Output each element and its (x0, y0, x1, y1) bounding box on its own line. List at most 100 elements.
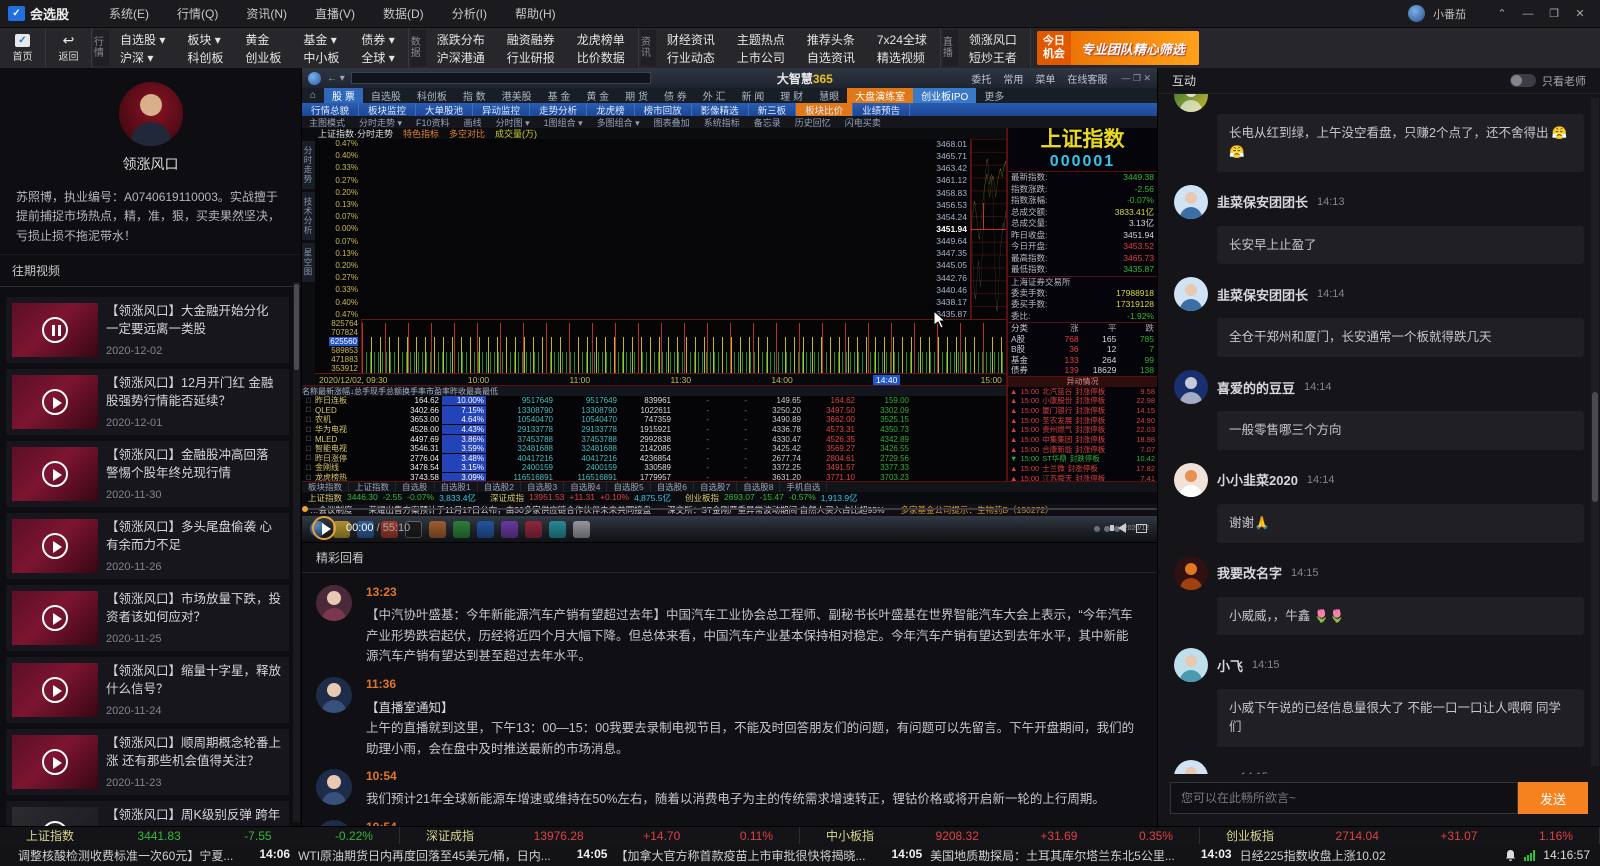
chat-avatar[interactable] (1174, 555, 1208, 590)
quote-row: 最新指数: 3449.38 (1011, 172, 1154, 182)
chat-username: 小小韭菜2020 (1217, 473, 1298, 489)
toolbar-item[interactable]: 比价数据 (566, 49, 636, 66)
toolbar-item[interactable]: 短炒王者 (958, 49, 1028, 66)
video-list-item[interactable]: 【领涨风口】顺周期概念轮番上涨 还有那些机会值得关注？ 2020-11-23 (6, 729, 289, 796)
toolbar-item[interactable]: 行业研报 (496, 49, 566, 66)
group-label-news: 资讯 (640, 30, 656, 66)
minimize-icon[interactable]: — (1516, 5, 1540, 23)
percent-tick: 0.47% (335, 309, 358, 319)
toolbar-item[interactable]: 财经资讯 (656, 31, 726, 48)
percent-tick: 0.27% (335, 175, 358, 185)
quote-row: 昨日收盘: 3451.94 (1011, 229, 1154, 240)
toolbar-item[interactable]: 黄金 (234, 31, 292, 48)
video-progress-bar[interactable] (302, 506, 1157, 512)
volume-icon[interactable] (1110, 523, 1126, 533)
toolbar-item[interactable]: 龙虎榜单 (566, 31, 636, 48)
menu-bar: 系统(E) 行情(Q) 资讯(N) 直播(V) 数据(D) 分析(I) 帮助(H) (97, 3, 568, 24)
fullscreen-icon[interactable] (1136, 523, 1147, 533)
chat-avatar[interactable] (1174, 648, 1208, 683)
toolbar-item[interactable]: 全球 ▾ (350, 49, 405, 66)
video-list-item[interactable]: 【领涨风口】多头尾盘偷袭 心有余而力不足 2020-11-26 (6, 513, 289, 580)
dzh-toolbar-item: 走势分析 (530, 102, 588, 117)
video-list-item[interactable]: 【领涨风口】周K级别反弹 跨年行情新高仍可期！ 2020-11-20 (6, 801, 289, 826)
toolbar-item[interactable]: 主题热点 (726, 31, 796, 48)
video-play-button[interactable] (312, 516, 336, 540)
send-button[interactable]: 发送 (1518, 782, 1588, 814)
time-tick: 11:00 (569, 374, 591, 385)
toolbar-item[interactable]: 板块 ▾ (176, 31, 234, 48)
chat-avatar[interactable] (1174, 94, 1208, 112)
toolbar-item[interactable]: 科创板 (176, 49, 234, 66)
dzh-bottom-tab: 自选股3 (521, 482, 565, 492)
news-item[interactable]: 调整核酸检测收费标准一次60元】宁夏... (10, 847, 233, 864)
menu-item[interactable]: 行情(Q) (165, 3, 230, 24)
video-list-item[interactable]: 【领涨风口】缩量十字星，释放什么信号？ 2020-11-24 (6, 657, 289, 724)
today-opportunity-banner[interactable]: 今日 机会 专业团队精心筛选 (1036, 31, 1199, 65)
chat-avatar[interactable] (1174, 184, 1208, 219)
index-ticker-cell[interactable]: 深证成指 13976.28 +14.70 0.11% (400, 827, 800, 844)
category-row: B股 36 12 7 (1011, 344, 1155, 354)
chat-avatar[interactable] (1174, 462, 1208, 497)
menu-item[interactable]: 帮助(H) (503, 3, 568, 24)
video-thumbnail (12, 591, 98, 646)
chat-avatar[interactable] (1174, 370, 1208, 404)
table-row: ☐ MLED 4497.69 3.86% 37453788 37453788 2992… (305, 434, 909, 444)
menu-item[interactable]: 数据(D) (371, 3, 436, 24)
close-icon[interactable]: ✕ (1568, 5, 1592, 23)
chat-input[interactable] (1170, 782, 1518, 814)
news-item[interactable]: 14:06 WTI原油期货日内再度回落至45美元/桶，日内... (259, 847, 550, 864)
menu-item[interactable]: 直播(V) (303, 3, 367, 24)
bell-icon[interactable] (1505, 849, 1516, 862)
index-ticker-cell[interactable]: 创业板指 2714.04 +31.07 1.16% (1200, 827, 1600, 844)
toolbar-item[interactable]: 行业动态 (656, 49, 726, 66)
replay-message: 11:36 【直播室通知】 上午的直播就到这里，下午13：00—15：00我要去… (302, 669, 1157, 761)
toolbar-item[interactable]: 债券 ▾ (350, 31, 405, 48)
video-date: 2020-12-01 (106, 417, 163, 430)
user-avatar[interactable] (1408, 5, 1425, 22)
toolbar-item[interactable]: 精选视频 (866, 49, 938, 66)
toolbar-item[interactable]: 自选股 ▾ (109, 31, 176, 48)
chat-avatar[interactable] (1174, 277, 1208, 312)
restore-icon[interactable]: ❐ (1542, 5, 1566, 23)
toolbar-item[interactable]: 沪深 ▾ (109, 49, 176, 66)
toolbar-item[interactable]: 基金 ▾ (292, 31, 350, 48)
toolbar-item[interactable]: 7x24全球 (866, 31, 938, 48)
toolbar-item[interactable]: 融资融券 (496, 31, 566, 48)
news-item[interactable]: 14:05 【加拿大官方称首款疫苗上市审批很快将揭晓... (577, 847, 866, 864)
toolbar-item[interactable]: 自选资讯 (796, 49, 866, 66)
index-ticker-cell[interactable]: 中小板指 9208.32 +31.69 0.35% (800, 827, 1200, 844)
toolbar-item[interactable]: 涨跌分布 (426, 31, 496, 48)
menu-item[interactable]: 系统(E) (97, 3, 161, 24)
video-list-item[interactable]: 【领涨风口】金融股冲高回落 警惕个股年终兑现行情 2020-11-30 (6, 441, 289, 508)
toolbar-item[interactable]: 中小板 (292, 49, 350, 66)
chart-side-tabs: 分时走势 技术分析 星空图 (302, 139, 315, 385)
home-button[interactable]: ✓ 首页 (0, 28, 46, 68)
toolbar-item[interactable]: 创业板 (234, 49, 292, 66)
video-list-item[interactable]: 【领涨风口】12月开门红 金融股强势行情能否延续？ 2020-12-01 (6, 369, 289, 436)
index-ticker-cell[interactable]: 上证指数 3441.83 -7.55 -0.22% (0, 827, 400, 844)
collapse-icon[interactable]: ⌃ (1490, 5, 1514, 23)
chat-avatar[interactable] (1174, 759, 1208, 774)
chart-side-tab: 星空图 (302, 243, 315, 282)
menu-item[interactable]: 分析(I) (440, 3, 499, 24)
back-button[interactable]: ↩ 返回 (46, 28, 92, 68)
news-item[interactable]: 14:03 日经225指数收盘上涨10.02 (1201, 847, 1386, 864)
video-controls: 00:00 / 55:10 (302, 506, 1157, 542)
live-video-player[interactable]: ← ▾ 大智慧365 委托 常用 菜单 在线客服 — ❐ ✕ ⌂ 股 票自选股 科创板 指 … (302, 68, 1157, 542)
sidebar-scrollbar[interactable] (293, 282, 300, 822)
toolbar-item[interactable]: 推荐头条 (796, 31, 866, 48)
dzh-tab: ⌂ (310, 90, 317, 101)
price-tick: 3463.42 (936, 163, 967, 174)
toolbar-item[interactable]: 领涨风口 (958, 31, 1028, 48)
dzh-tab: 自选股 (370, 92, 401, 103)
toolbar-item[interactable]: 上市公司 (726, 49, 796, 66)
video-list-item[interactable]: 【领涨风口】市场放量下跌，投资者该如何应对？ 2020-11-25 (6, 585, 289, 652)
replay-message: 10:54 (302, 812, 1157, 826)
video-list-item[interactable]: 【领涨风口】大金融开始分化 一定要远离一类股 2020-12-02 (6, 297, 289, 364)
news-item[interactable]: 14:05 美国地质勘探局：土耳其库尔塔兰东北5公里... (891, 847, 1174, 864)
menu-item[interactable]: 资讯(N) (234, 3, 299, 24)
chat-scrollbar[interactable] (1591, 98, 1599, 766)
toolbar-item[interactable]: 沪深港通 (426, 49, 496, 66)
replay-messages: 13:23 【中汽协叶盛基：今年新能源汽车产销有望超过去年】中国汽车工业协会总工… (302, 573, 1157, 826)
teacher-only-toggle[interactable] (1510, 74, 1536, 87)
